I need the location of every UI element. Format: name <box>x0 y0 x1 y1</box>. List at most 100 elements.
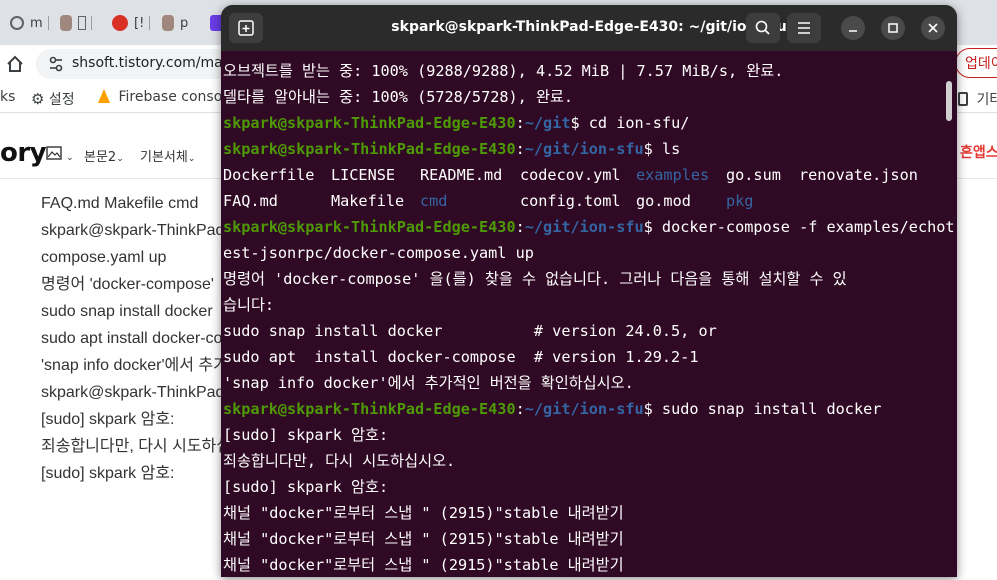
ls-directory-entry: pkg <box>726 192 754 210</box>
terminal-prompt-line: skpark@skpark-ThinkPad-Edge-E430:~/git$ … <box>223 110 689 136</box>
tistory-favicon-icon <box>162 15 174 31</box>
bookmark-label: Firebase conso <box>118 89 223 105</box>
terminal-output-line: 채널 "docker"로부터 스냅 " (2915)"stable 내려받기 <box>223 556 624 574</box>
spellcheck-button[interactable]: 혼앱스 <box>960 142 997 162</box>
doc-line: compose.yaml up <box>41 249 167 266</box>
bookmark-item-firebase[interactable]: Firebase conso <box>98 89 222 105</box>
prompt-user: skpark@skpark-ThinkPad-Edge-E430 <box>223 114 516 132</box>
gear-icon: ⚙ <box>31 90 45 108</box>
tab-divider <box>47 16 49 30</box>
terminal-output-line: 죄송합니다만, 다시 시도하십시오. <box>223 452 456 470</box>
doc-line: 죄송합니다만, 다시 시도하십 <box>41 438 231 455</box>
browser-tab[interactable] <box>60 8 92 38</box>
browser-tab-title: p <box>180 15 189 31</box>
doc-line: sudo apt install docker-co <box>41 330 223 347</box>
terminal-titlebar[interactable]: skpark@skpark-ThinkPad-Edge-E430: ~/git/… <box>221 5 957 51</box>
prompt-path: ~/git/ion-sfu <box>524 400 644 418</box>
home-icon[interactable] <box>4 53 26 75</box>
chevron-down-icon: ⌄ <box>66 153 74 163</box>
terminal-prompt-line: skpark@skpark-ThinkPad-Edge-E430:~/git/i… <box>223 214 955 240</box>
terminal-prompt-line: skpark@skpark-ThinkPad-Edge-E430:~/git/i… <box>223 136 680 162</box>
ls-file-entry: LICENSE <box>331 166 396 184</box>
tistory-favicon-icon <box>60 15 72 31</box>
browser-tab[interactable]: m <box>10 8 49 38</box>
chevron-down-icon: ⌄ <box>116 154 124 164</box>
doc-line: [sudo] skpark 암호: <box>41 411 175 428</box>
bookmark-item-other[interactable]: 기타 <box>958 89 997 109</box>
terminal-output-line: 명령어 'docker-compose' 을(를) 찾을 수 없습니다. 그러나… <box>223 270 847 288</box>
folder-icon <box>958 92 968 106</box>
bookmark-label: 기타 <box>976 92 997 108</box>
chevron-down-icon: ⌄ <box>187 154 196 164</box>
browser-tab[interactable]: [! <box>112 8 151 38</box>
doc-line: 명령어 'docker-compose' <box>41 276 214 293</box>
terminal-output-line: 델타를 알아내는 중: 100% (5728/5728), 완료. <box>223 88 574 106</box>
browser-tab[interactable]: p <box>162 8 188 38</box>
hamburger-icon <box>798 22 810 34</box>
terminal-output-line: 'snap info docker'에서 추가적인 버전을 확인하십시오. <box>223 374 634 392</box>
ls-file-entry: go.mod <box>636 192 691 210</box>
terminal-window[interactable]: skpark@skpark-ThinkPad-Edge-E430: ~/git/… <box>221 5 957 577</box>
firebase-icon <box>98 89 110 103</box>
bookmark-item[interactable]: ks <box>0 89 15 105</box>
prompt-command: $ sudo snap install docker <box>643 400 882 418</box>
ls-file-entry: Dockerfile <box>223 166 315 184</box>
font-select[interactable]: 기본서체⌄ <box>140 146 195 165</box>
prompt-command: $ cd ion-sfu/ <box>570 114 690 132</box>
terminal-output-line: [sudo] skpark 암호: <box>223 478 389 496</box>
ls-file-entry: README.md <box>420 166 503 184</box>
close-icon <box>928 23 938 33</box>
prompt-user: skpark@skpark-ThinkPad-Edge-E430 <box>223 140 516 158</box>
prompt-separator: : <box>515 218 525 236</box>
heading-select[interactable]: 본문2⌄ <box>84 146 124 165</box>
ls-file-entry: config.toml <box>520 192 621 210</box>
prompt-user: skpark@skpark-ThinkPad-Edge-E430 <box>223 400 516 418</box>
ls-file-entry: renovate.json <box>799 166 918 184</box>
tab-divider <box>91 16 92 30</box>
terminal-prompt-line: skpark@skpark-ThinkPad-Edge-E430:~/git/i… <box>223 396 881 422</box>
terminal-scrollbar[interactable] <box>946 81 952 121</box>
minimize-icon <box>849 30 857 32</box>
prompt-path: ~/git/ion-sfu <box>524 218 644 236</box>
terminal-output-line: [sudo] skpark 암호: <box>223 426 389 444</box>
url-text[interactable]: shsoft.tistory.com/mana <box>72 55 240 71</box>
minimize-button[interactable] <box>841 16 865 40</box>
ls-directory-entry: examples <box>636 166 710 184</box>
ls-file-entry: FAQ.md <box>223 192 278 210</box>
missing-glyph-icon <box>78 16 86 30</box>
ls-file-entry: Makefile <box>331 192 405 210</box>
search-button[interactable] <box>746 13 780 43</box>
terminal-output-line: sudo apt install docker-compose # versio… <box>223 348 699 366</box>
site-info-icon[interactable] <box>48 55 64 73</box>
maximize-button[interactable] <box>881 16 905 40</box>
terminal-output-line: 오브젝트를 받는 중: 100% (9288/9288), 4.52 MiB |… <box>223 62 784 80</box>
spellcheck-label: 혼앱스 <box>960 145 997 161</box>
prompt-command: $ ls <box>643 140 681 158</box>
image-insert-button[interactable]: ⌄ <box>46 146 74 164</box>
terminal-output-line: 채널 "docker"로부터 스냅 " (2915)"stable 내려받기 <box>223 504 624 522</box>
prompt-separator: : <box>515 400 525 418</box>
ls-file-entry: go.sum <box>726 166 781 184</box>
menu-button[interactable] <box>787 13 821 43</box>
update-button[interactable]: 업데이 <box>955 48 997 78</box>
tistory-logo: ory <box>0 138 47 168</box>
image-icon <box>46 146 62 160</box>
prompt-user: skpark@skpark-ThinkPad-Edge-E430 <box>223 218 516 236</box>
prompt-path: ~/git/ion-sfu <box>524 140 644 158</box>
terminal-output-line: 채널 "docker"로부터 스냅 " (2915)"stable 내려받기 <box>223 530 624 548</box>
font-label: 기본서체 <box>140 150 188 165</box>
bookmark-item-settings[interactable]: ⚙ 설정 <box>31 89 75 109</box>
globe-icon <box>10 16 24 30</box>
browser-tab-title: m <box>30 15 43 31</box>
prompt-separator: : <box>515 140 525 158</box>
close-button[interactable] <box>921 16 945 40</box>
doc-line: skpark@skpark-ThinkPad <box>41 222 225 239</box>
terminal-output-line: 습니다: <box>223 296 275 314</box>
browser-tab-title: [! <box>134 15 145 31</box>
doc-line: 'snap info docker'에서 추가 <box>41 357 228 374</box>
heading-label: 본문2 <box>84 150 117 165</box>
prompt-command: $ docker-compose -f examples/echot <box>643 218 955 236</box>
bookmark-label: 설정 <box>48 92 75 108</box>
doc-line: [sudo] skpark 암호: <box>41 465 175 482</box>
maximize-icon <box>888 23 898 33</box>
